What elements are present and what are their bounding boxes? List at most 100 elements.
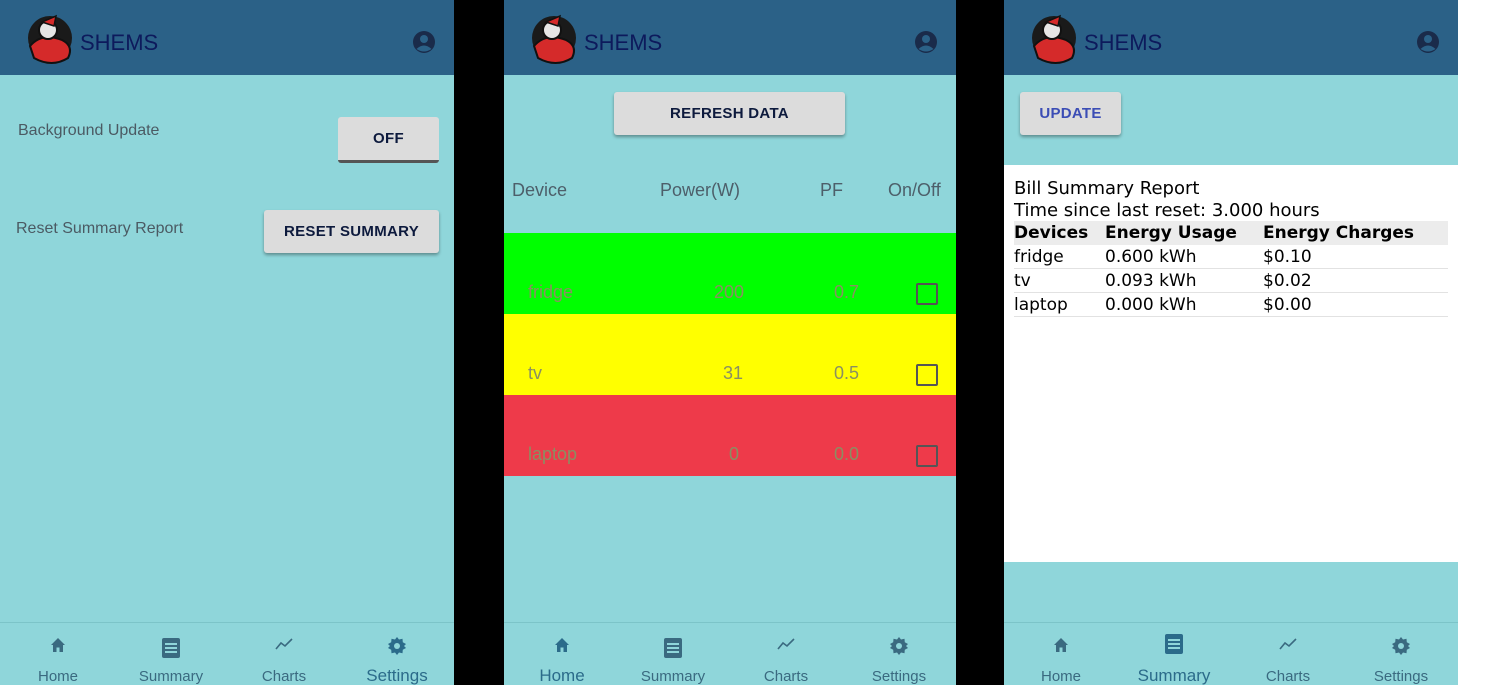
bottom-nav: Home Summary Charts Settings: [504, 622, 956, 685]
device-power: 31: [723, 363, 744, 383]
nav-charts-label: Charts: [261, 668, 307, 685]
home-screen: SHEMS REFRESH DATA Device Power(W) PF On…: [504, 0, 956, 685]
gear-icon: [388, 637, 406, 655]
time-since-reset: Time since last reset: 3.000 hours: [1014, 200, 1320, 221]
gear-icon: [1392, 637, 1410, 655]
row-usage: 0.000 kWh: [1105, 292, 1263, 317]
mascot-logo-icon: [532, 14, 576, 64]
nav-charts-label: Charts: [763, 668, 809, 685]
table-header-row: Devices Energy Usage Energy Charges: [1014, 221, 1448, 245]
row-charges: $0.00: [1263, 292, 1448, 317]
nav-home[interactable]: Home: [532, 623, 592, 685]
nav-summary-label: Summary: [640, 668, 706, 685]
table-row: laptop 0.000 kWh $0.00: [1014, 292, 1448, 317]
device-power: 200: [714, 282, 745, 302]
row-charges: $0.02: [1263, 268, 1448, 293]
app-title: SHEMS: [1084, 30, 1163, 55]
table-row: fridge 0.600 kWh $0.10: [1014, 245, 1448, 269]
account-icon[interactable]: [412, 30, 436, 54]
mascot-logo-icon: [28, 14, 72, 64]
device-row-laptop: laptop 0 0.0: [504, 395, 956, 476]
app-header: SHEMS: [0, 0, 454, 75]
app-header: SHEMS: [1004, 0, 1458, 75]
device-power: 0: [729, 444, 740, 464]
nav-settings[interactable]: Settings: [1366, 623, 1436, 685]
nav-home[interactable]: Home: [1032, 623, 1090, 685]
device-toggle-checkbox[interactable]: [916, 364, 938, 386]
divider-right: [956, 0, 1004, 685]
summary-icon: [664, 638, 682, 658]
account-icon[interactable]: [1416, 30, 1440, 54]
column-devices: Devices: [1014, 221, 1105, 245]
chart-line-icon: [777, 638, 795, 650]
nav-home[interactable]: Home: [28, 623, 88, 685]
mascot-logo-icon: [1032, 14, 1076, 64]
row-charges: $0.10: [1263, 245, 1448, 269]
column-pf: PF: [820, 180, 844, 200]
table-row: tv 0.093 kWh $0.02: [1014, 268, 1448, 293]
row-device: laptop: [1014, 292, 1105, 317]
app-header: SHEMS: [504, 0, 956, 75]
column-power: Power(W): [660, 180, 740, 200]
chart-line-icon: [1279, 638, 1297, 650]
device-pf: 0.0: [834, 444, 860, 464]
nav-home-label: Home: [1040, 668, 1081, 685]
device-name: fridge: [528, 282, 574, 302]
home-icon: [555, 638, 569, 652]
row-device: tv: [1014, 268, 1105, 293]
bottom-nav: Home Summary Charts Settings: [1004, 622, 1458, 685]
column-energy-usage: Energy Usage: [1105, 221, 1263, 245]
device-name: laptop: [528, 444, 578, 464]
nav-settings[interactable]: Settings: [864, 623, 934, 685]
chart-line-icon: [275, 638, 293, 650]
app-title: SHEMS: [80, 30, 159, 55]
nav-charts[interactable]: Charts: [756, 623, 816, 685]
nav-settings-label: Settings: [871, 668, 927, 685]
home-icon: [51, 638, 65, 652]
app-title: SHEMS: [584, 30, 663, 55]
divider-left: [454, 0, 504, 685]
nav-summary[interactable]: Summary: [133, 623, 209, 685]
nav-charts[interactable]: Charts: [254, 623, 314, 685]
home-icon: [1054, 638, 1068, 652]
account-icon[interactable]: [914, 30, 938, 54]
row-device: fridge: [1014, 245, 1105, 269]
device-row-fridge: fridge 200 0.7: [504, 233, 956, 314]
reset-summary-button[interactable]: RESET SUMMARY: [264, 210, 439, 253]
nav-home-label: Home: [539, 666, 585, 685]
device-name: tv: [528, 363, 543, 383]
nav-summary[interactable]: Summary: [1132, 623, 1216, 685]
report-title: Bill Summary Report: [1014, 178, 1200, 199]
nav-charts-label: Charts: [1265, 668, 1311, 685]
row-usage: 0.093 kWh: [1105, 268, 1263, 293]
device-toggle-checkbox[interactable]: [916, 283, 938, 305]
summary-screen: SHEMS UPDATE Bill Summary Report Time si…: [1004, 0, 1458, 685]
background-update-label: Background Update: [18, 122, 160, 139]
settings-screen: SHEMS Background Update OFF Reset Summar…: [0, 0, 454, 685]
nav-settings-label: Settings: [366, 666, 428, 685]
nav-home-label: Home: [37, 668, 78, 685]
nav-summary[interactable]: Summary: [635, 623, 711, 685]
bill-summary-table: Devices Energy Usage Energy Charges frid…: [1014, 221, 1448, 317]
bill-summary-report: Bill Summary Report Time since last rese…: [1004, 165, 1458, 562]
gear-icon: [890, 637, 908, 655]
summary-icon: [1165, 634, 1183, 654]
row-usage: 0.600 kWh: [1105, 245, 1263, 269]
refresh-data-button[interactable]: REFRESH DATA: [614, 92, 845, 135]
device-pf: 0.7: [834, 282, 860, 302]
update-button[interactable]: UPDATE: [1020, 92, 1121, 135]
nav-summary-label: Summary: [138, 668, 204, 685]
column-energy-charges: Energy Charges: [1263, 221, 1448, 245]
nav-charts[interactable]: Charts: [1258, 623, 1318, 685]
device-row-tv: tv 31 0.5: [504, 314, 956, 395]
summary-icon: [162, 638, 180, 658]
device-toggle-checkbox[interactable]: [916, 445, 938, 467]
device-pf: 0.5: [834, 363, 860, 383]
reset-summary-label: Reset Summary Report: [16, 220, 184, 237]
nav-settings[interactable]: Settings: [358, 623, 436, 685]
bottom-nav: Home Summary Charts Settings: [0, 622, 454, 685]
background-update-toggle[interactable]: OFF: [338, 117, 439, 163]
nav-settings-label: Settings: [1373, 668, 1429, 685]
column-device: Device: [512, 180, 568, 200]
column-onoff: On/Off: [888, 180, 941, 200]
